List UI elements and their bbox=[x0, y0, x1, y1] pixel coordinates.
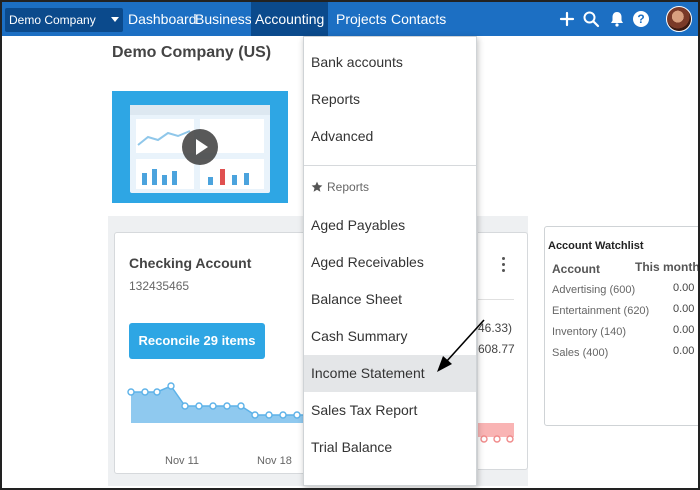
pointer-arrow-annotation bbox=[437, 319, 485, 372]
